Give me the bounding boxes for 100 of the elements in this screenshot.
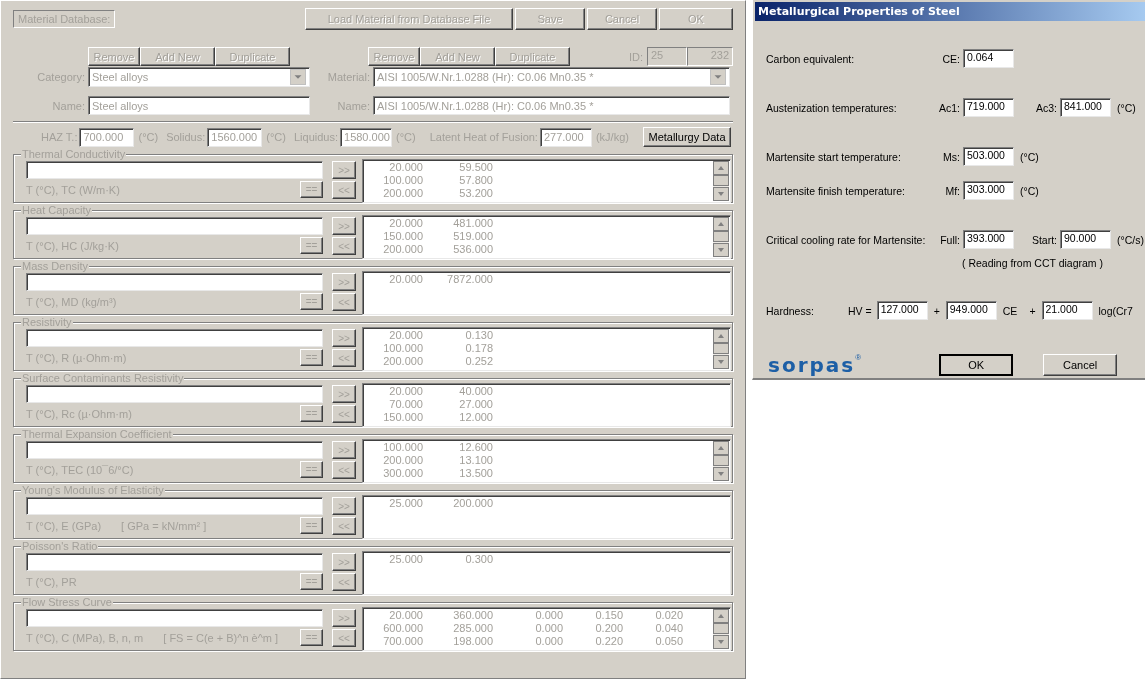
value-input[interactable] xyxy=(26,385,323,403)
set-button[interactable]: == xyxy=(300,517,323,534)
value-field[interactable]: 841.000 xyxy=(1060,98,1111,117)
remove-button[interactable]: << xyxy=(332,461,356,479)
add-button[interactable]: >> xyxy=(332,329,356,347)
row-label: Martensite start temperature: xyxy=(766,150,902,163)
data-list[interactable]: 20.000 7872.000 xyxy=(362,271,731,315)
list-cell-text: 12.000 xyxy=(458,411,493,424)
list-cell-text: 70.000 xyxy=(388,398,423,411)
data-list[interactable]: 20.000 481.000 150.000 519.000 200.000 536.000 xyxy=(362,215,731,259)
add-button[interactable]: >> xyxy=(332,161,356,179)
remove-button[interactable]: << xyxy=(332,237,356,255)
dialog-button[interactable]: Cancel xyxy=(1043,354,1118,376)
list-cell-text: 519.000 xyxy=(452,230,493,243)
field-label: Mf: xyxy=(944,184,961,197)
add-button[interactable]: >> xyxy=(332,273,356,291)
list-cell-text: 0.150 xyxy=(594,609,623,622)
value-field[interactable]: 0.064 xyxy=(963,49,1014,68)
set-button[interactable]: == xyxy=(300,293,323,310)
value-field[interactable]: 303.000 xyxy=(963,181,1014,200)
list-cell-text: 100.000 xyxy=(382,174,423,187)
value-input[interactable] xyxy=(26,497,323,515)
data-list[interactable]: 20.000 0.130 100.000 0.178 200.000 0.252 xyxy=(362,327,731,371)
list-cell-text: 7872.000 xyxy=(446,273,493,286)
list-cell-text: 27.000 xyxy=(458,398,493,411)
set-button[interactable]: == xyxy=(300,405,323,422)
scrollbar-icon[interactable] xyxy=(713,329,729,369)
value-input[interactable] xyxy=(26,273,323,291)
scrollbar-icon[interactable] xyxy=(713,609,729,649)
unit-label: (°C) xyxy=(1117,101,1136,114)
list-cell-text: 0.220 xyxy=(594,635,623,648)
list-cell-text: 0.040 xyxy=(654,622,683,635)
add-button[interactable]: >> xyxy=(332,385,356,403)
set-button[interactable]: == xyxy=(300,573,323,590)
data-list[interactable]: 20.000 360.000 0.000 0.150 0.020 600.000 285.000 0.000 0.200 0.040 700.000 198.000 0.000 0.220 0.050 xyxy=(362,607,731,651)
list-cell-text: 25.000 xyxy=(388,497,423,510)
value-input[interactable] xyxy=(26,329,323,347)
list-cell-text: 200.000 xyxy=(382,355,423,368)
value-field[interactable]: 700.000 xyxy=(79,127,135,147)
list-cell-text: 285.000 xyxy=(452,622,493,635)
list-cell-text: 0.000 xyxy=(534,622,563,635)
value-input[interactable] xyxy=(26,553,323,571)
add-button[interactable]: >> xyxy=(332,497,356,515)
logo: sorpas xyxy=(768,353,856,377)
remove-button[interactable]: << xyxy=(332,349,356,367)
formula-text: log(Cr7 xyxy=(1098,304,1133,317)
value-field[interactable]: 393.000 xyxy=(963,230,1014,249)
data-list[interactable]: 20.000 59.500 100.000 57.800 200.000 53.200 xyxy=(362,159,731,203)
data-list[interactable]: 100.000 12.600 200.000 13.100 300.000 13.500 xyxy=(362,439,731,483)
remove-button[interactable]: << xyxy=(332,629,356,647)
add-button[interactable]: >> xyxy=(332,553,356,571)
unit-label: (°C) xyxy=(1020,184,1039,197)
list-cell-text: 0.000 xyxy=(534,635,563,648)
list-cell-text: 0.000 xyxy=(534,609,563,622)
material-dropdown[interactable]: AISI 1005/W.Nr.1.0288 (Hr): C0.06 Mn0.35 * xyxy=(373,67,730,87)
remove-button[interactable]: << xyxy=(332,517,356,535)
value-field[interactable]: 90.000 xyxy=(1060,230,1111,249)
scrollbar-icon[interactable] xyxy=(713,161,729,201)
set-button[interactable]: == xyxy=(300,349,323,366)
value-field[interactable]: 1580.000 xyxy=(340,127,392,147)
value-field[interactable]: 277.000 xyxy=(539,127,592,147)
name-field[interactable]: AISI 1005/W.Nr.1.0288 (Hr): C0.06 Mn0.35 * xyxy=(373,96,730,115)
dialog-button[interactable]: OK xyxy=(939,354,1014,376)
list-cell-text: 0.050 xyxy=(654,635,683,648)
remove-button[interactable]: << xyxy=(332,181,356,199)
value-field[interactable]: 949.000 xyxy=(945,301,997,320)
metallurgy-data-button[interactable]: Metallurgy Data xyxy=(643,127,731,147)
set-button[interactable]: == xyxy=(300,237,323,254)
remove-button[interactable]: << xyxy=(332,405,356,423)
value-field[interactable]: 719.000 xyxy=(963,98,1014,117)
remove-button[interactable]: << xyxy=(332,293,356,311)
value-field[interactable]: 1560.000 xyxy=(207,127,263,147)
scrollbar-icon[interactable] xyxy=(713,441,729,481)
data-list[interactable]: 20.000 40.000 70.000 27.000 150.000 12.000 xyxy=(362,383,731,427)
set-button[interactable]: == xyxy=(300,629,323,646)
set-button[interactable]: == xyxy=(300,181,323,198)
value-field[interactable]: 127.000 xyxy=(876,301,928,320)
formula-text: HV = xyxy=(848,304,872,317)
scrollbar-icon[interactable] xyxy=(713,217,729,257)
dialog-title: Metallurgical Properties of Steel xyxy=(755,2,1145,21)
value-field[interactable]: 21.000 xyxy=(1041,301,1093,320)
list-cell-text: 150.000 xyxy=(382,411,423,424)
list-cell-text: 200.000 xyxy=(382,187,423,200)
set-button[interactable]: == xyxy=(300,461,323,478)
value-input[interactable] xyxy=(26,161,323,179)
value-input[interactable] xyxy=(26,609,323,627)
remove-button[interactable]: << xyxy=(332,573,356,591)
row-label: Martensite finish temperature: xyxy=(766,184,906,197)
add-button[interactable]: >> xyxy=(332,441,356,459)
name-field[interactable]: Steel alloys xyxy=(88,96,310,115)
data-list[interactable]: 25.000 200.000 xyxy=(362,495,731,539)
list-cell-text: 200.000 xyxy=(452,497,493,510)
list-cell-text: 20.000 xyxy=(388,385,423,398)
value-input[interactable] xyxy=(26,217,323,235)
value-field[interactable]: 503.000 xyxy=(963,147,1014,166)
data-list[interactable]: 25.000 0.300 xyxy=(362,551,731,595)
add-button[interactable]: >> xyxy=(332,609,356,627)
add-button[interactable]: >> xyxy=(332,217,356,235)
value-input[interactable] xyxy=(26,441,323,459)
category-dropdown[interactable]: Steel alloys xyxy=(88,67,310,87)
